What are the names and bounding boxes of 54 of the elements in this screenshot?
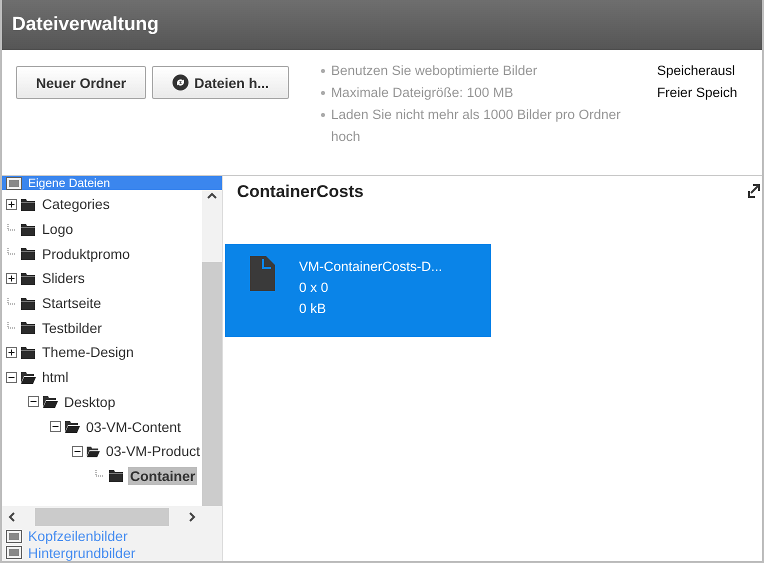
- expand-icon[interactable]: [6, 272, 16, 284]
- folder-icon: [20, 222, 36, 236]
- folder-icon: [86, 444, 100, 458]
- collapse-icon[interactable]: [6, 372, 16, 383]
- folder-icon: [64, 420, 80, 434]
- folder-icon: [42, 395, 58, 408]
- expand-icon[interactable]: [6, 346, 16, 358]
- folder-label[interactable]: Desktop: [62, 392, 118, 411]
- folder-label[interactable]: Startseite: [40, 294, 104, 312]
- folder-icon: [108, 469, 124, 482]
- folder-icon: [20, 247, 36, 260]
- folder-icon: [20, 346, 36, 359]
- scroll-left-icon[interactable]: [8, 512, 15, 522]
- upload-button[interactable]: Dateien h...: [152, 66, 289, 99]
- scroll-right-icon[interactable]: [189, 512, 196, 522]
- expand-icon[interactable]: [6, 198, 16, 210]
- image-icon: [6, 176, 22, 190]
- folder-icon: [20, 272, 36, 285]
- hint-text: Benutzen Sie weboptimierte Bilder: [330, 62, 538, 80]
- folder-label[interactable]: Testbilder: [40, 318, 104, 337]
- file-name: VM-ContainerCosts-D...: [299, 258, 442, 276]
- image-icon: [6, 530, 22, 543]
- collapse-icon[interactable]: [50, 421, 60, 432]
- storage-label: Freier Speich: [656, 84, 738, 102]
- hint-text: Maximale Dateigröße: 100 MB: [330, 84, 514, 102]
- new-folder-button[interactable]: Neuer Ordner: [16, 66, 146, 99]
- hint-text: Laden Sie nicht mehr als 1000 Bilder pro Ordner hoch: [330, 106, 622, 146]
- file-icon: [249, 256, 275, 292]
- folder-label[interactable]: html: [40, 368, 70, 386]
- folder-icon: [20, 296, 36, 310]
- refresh-icon: [172, 74, 190, 91]
- folder-label[interactable]: 03-VM-Product: [104, 442, 202, 460]
- storage-label: Speicherausl: [656, 62, 736, 80]
- file-tile[interactable]: VM-ContainerCosts-D... 0 x 0 0 kB: [225, 244, 491, 337]
- file-dimensions: 0 x 0: [299, 279, 330, 297]
- folder-label[interactable]: 03-VM-Content: [84, 418, 183, 436]
- sidebar-section[interactable]: Eigene Dateien: [2, 176, 222, 190]
- folder-label[interactable]: Logo: [40, 220, 76, 238]
- folder-icon: [20, 198, 36, 211]
- window-title: Dateiverwaltung: [12, 14, 159, 36]
- folder-label[interactable]: Container: [128, 466, 198, 485]
- scroll-up-icon[interactable]: [207, 192, 217, 199]
- folder-label[interactable]: Produktpromo: [40, 244, 132, 263]
- collapse-icon[interactable]: [72, 446, 82, 457]
- folder-title: ContainerCosts: [237, 182, 364, 202]
- folder-icon: [20, 321, 36, 334]
- folder-icon: [20, 370, 36, 384]
- scrollbar[interactable]: [202, 190, 222, 506]
- folder-label[interactable]: Categories: [40, 195, 112, 214]
- expand-arrows-icon[interactable]: [748, 184, 760, 198]
- collapse-icon[interactable]: [28, 396, 38, 408]
- folder-label[interactable]: Theme-Design: [40, 343, 136, 362]
- folder-label[interactable]: Sliders: [40, 269, 87, 288]
- file-size: 0 kB: [299, 300, 328, 318]
